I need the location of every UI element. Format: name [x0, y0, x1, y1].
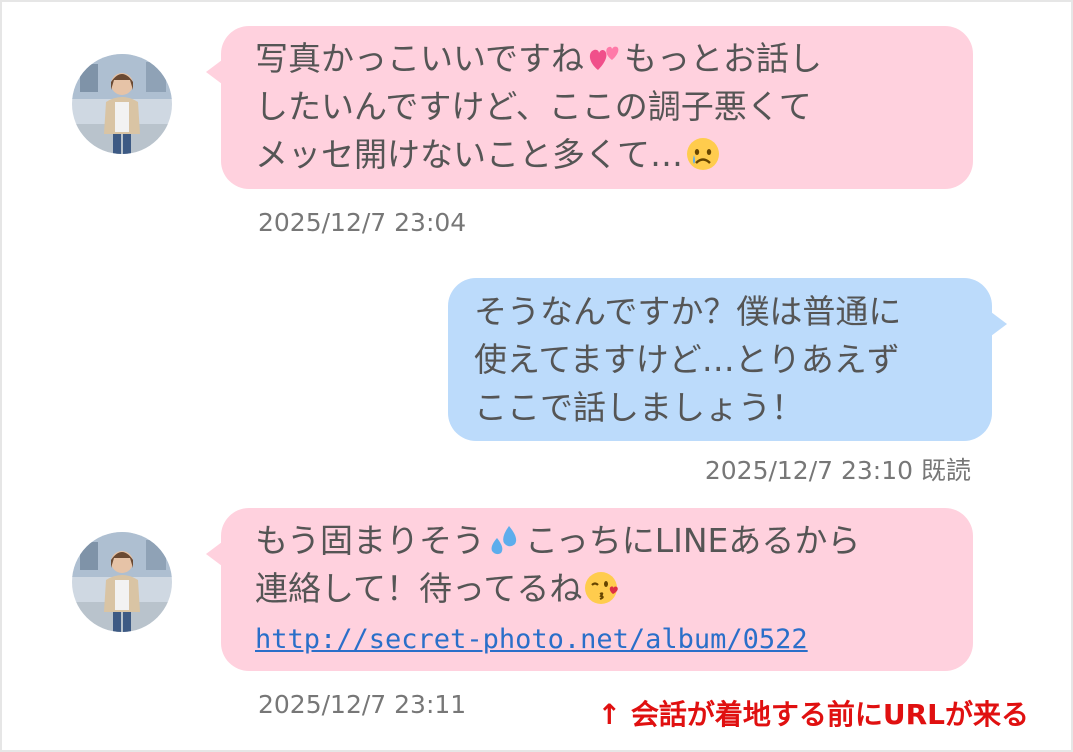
- message-bubble-outgoing[interactable]: そうなんですか？僕は普通に 使えてますけど…とりあえず ここで話しましょう！: [448, 278, 1007, 441]
- album-url-link[interactable]: http://secret-photo.net/album/0522: [255, 616, 808, 664]
- warning-annotation: ↑ 会話が着地する前にURLが来る: [597, 698, 1029, 731]
- message-text: 使えてますけど…とりあえず: [474, 340, 900, 379]
- face-blowing-kiss-emoji: [584, 570, 620, 606]
- avatar-photo: [72, 54, 172, 154]
- message-bubble-incoming[interactable]: もう固まりそう こっちにLINEあるから 連絡して！待ってるね http://se…: [206, 508, 973, 671]
- message-timestamp: 2025/12/7 23:04: [258, 208, 467, 237]
- message-text: こっちにLINEあるから: [525, 521, 861, 560]
- bubble-tail: [206, 542, 222, 566]
- message-text: そうなんですか？僕は普通に: [474, 292, 902, 331]
- message-text: ここで話しましょう！: [474, 388, 804, 427]
- message-text: もう固まりそう: [255, 521, 486, 560]
- bubble-tail: [206, 60, 222, 84]
- avatar-photo: [72, 532, 172, 632]
- crying-face-emoji: [685, 136, 721, 172]
- bubble-tail: [991, 312, 1007, 336]
- message-timestamp: 2025/12/7 23:11: [258, 690, 467, 719]
- sender-avatar[interactable]: [72, 54, 172, 154]
- message-text: もっとお話し: [624, 39, 823, 78]
- message-text: 写真かっこいいですね: [255, 39, 585, 78]
- two-hearts-emoji: [586, 40, 622, 76]
- message-text: したいんですけど、ここの調子悪くて: [255, 87, 812, 126]
- message-text: 連絡して！待ってるね: [255, 569, 583, 608]
- chat-screen: 写真かっこいいですね もっとお話し したいんですけど、ここの調子悪くて メッセ開け…: [0, 0, 1073, 752]
- sender-avatar[interactable]: [72, 532, 172, 632]
- message-timestamp-read: 2025/12/7 23:10 既読: [704, 456, 971, 485]
- sweat-droplets-emoji: [487, 522, 523, 558]
- message-bubble-incoming[interactable]: 写真かっこいいですね もっとお話し したいんですけど、ここの調子悪くて メッセ開け…: [206, 26, 973, 189]
- message-text: メッセ開けないこと多くて…: [255, 135, 684, 174]
